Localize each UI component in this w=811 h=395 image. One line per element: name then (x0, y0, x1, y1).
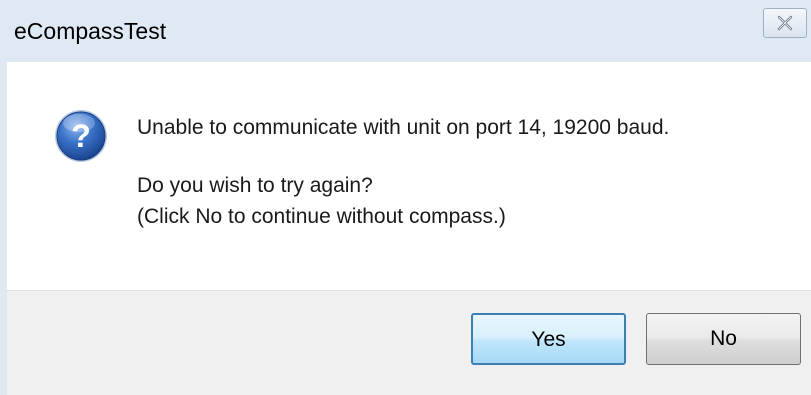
title-bar[interactable]: eCompassTest (0, 0, 811, 62)
window-title: eCompassTest (14, 18, 167, 44)
message-line-2: Do you wish to try again? (137, 174, 373, 197)
close-icon (777, 15, 793, 31)
message-area: ? Unable to communicate with unit on por… (7, 62, 811, 290)
no-button[interactable]: No (646, 313, 801, 365)
message-line-1: Unable to communicate with unit on port … (137, 116, 670, 139)
yes-button[interactable]: Yes (471, 313, 626, 365)
message-dialog: eCompassTest ? Unable to communicate wit (0, 0, 811, 395)
window-frame-left (0, 62, 7, 395)
message-line-3: (Click No to continue without compass.) (137, 205, 506, 228)
question-icon: ? (55, 110, 107, 162)
svg-text:?: ? (71, 118, 91, 154)
close-button[interactable] (763, 8, 807, 38)
button-bar: Yes No (7, 290, 811, 395)
